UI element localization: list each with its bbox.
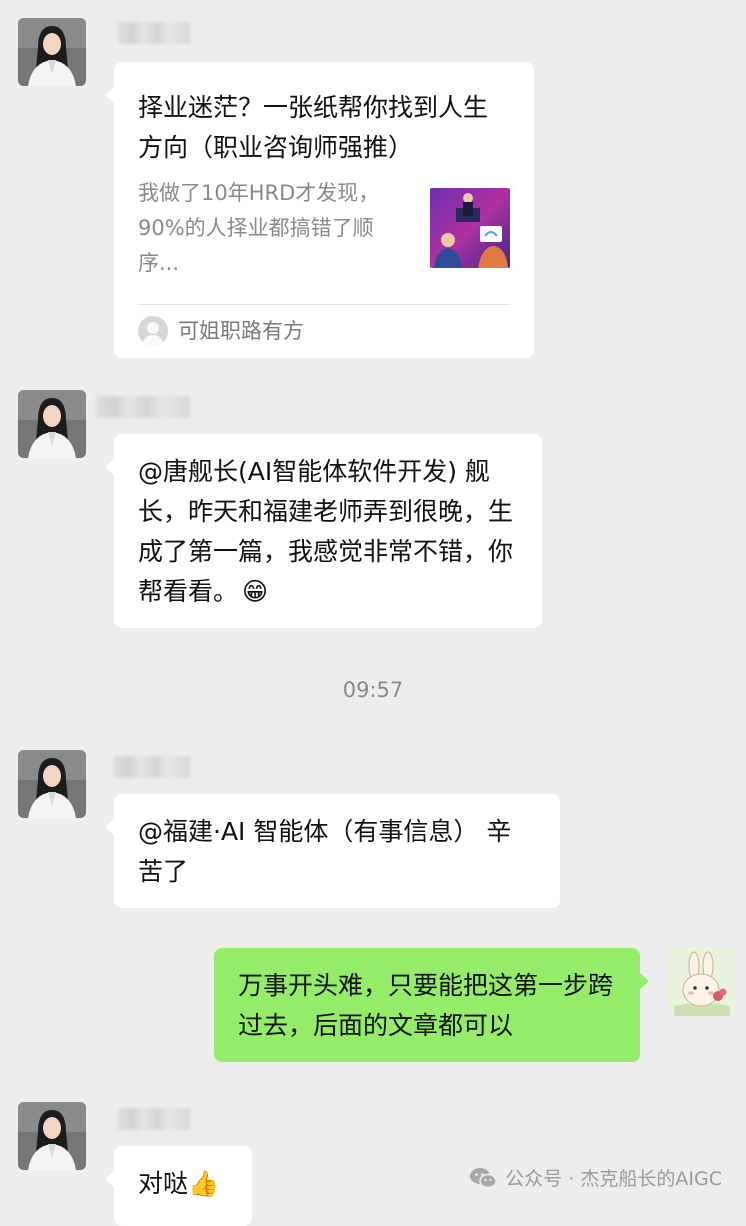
sender-name-redacted [96, 396, 190, 418]
message-timestamp: 09:57 [342, 678, 404, 702]
message-text: @唐舰长(AI智能体软件开发) 舰长，昨天和福建老师弄到很晚，生成了第一篇，我感… [138, 457, 514, 606]
self-text-message[interactable]: 万事开头难，只要能把这第一步跨过去，后面的文章都可以 [214, 948, 649, 1062]
message-text: 万事开头难，只要能把这第一步跨过去，后面的文章都可以 [238, 971, 614, 1040]
watermark: 公众号 · 杰克船长的AIGC [469, 1164, 722, 1191]
account-avatar-icon [138, 316, 168, 346]
article-source: 可姐职路有方 [178, 319, 304, 343]
card-divider [138, 304, 510, 305]
self-avatar[interactable] [668, 948, 736, 1016]
sender-name-redacted [118, 1108, 190, 1130]
sender-avatar[interactable] [18, 750, 86, 818]
sender-name-redacted [118, 22, 190, 44]
message-text: @福建·AI 智能体（有事信息） 辛苦了 [138, 817, 512, 886]
text-message[interactable]: 对哒👍 [105, 1146, 252, 1226]
watermark-text: 公众号 · 杰克船长的AIGC [505, 1168, 722, 1190]
sender-avatar[interactable] [18, 390, 86, 458]
grin-emoji-icon: 😁 [242, 577, 269, 606]
article-description: 我做了10年HRD才发现，90%的人择业都搞错了顺序... [138, 181, 380, 275]
thumbs-up-emoji-icon: 👍 [188, 1169, 220, 1198]
sender-name-redacted [114, 756, 190, 778]
sender-avatar[interactable] [18, 1102, 86, 1170]
message-text: 对哒 [138, 1169, 189, 1198]
sender-avatar[interactable] [18, 18, 86, 86]
wechat-icon [470, 1167, 498, 1188]
article-thumbnail [430, 188, 510, 268]
article-title: 择业迷茫？一张纸帮你找到人生方向（职业咨询师强推） [138, 93, 489, 162]
article-card-message[interactable]: 择业迷茫？一张纸帮你找到人生方向（职业咨询师强推） 我做了10年HRD才发现，9… [105, 62, 534, 358]
text-message[interactable]: @福建·AI 智能体（有事信息） 辛苦了 [105, 794, 560, 908]
text-message[interactable]: @唐舰长(AI智能体软件开发) 舰长，昨天和福建老师弄到很晚，生成了第一篇，我感… [105, 434, 542, 628]
